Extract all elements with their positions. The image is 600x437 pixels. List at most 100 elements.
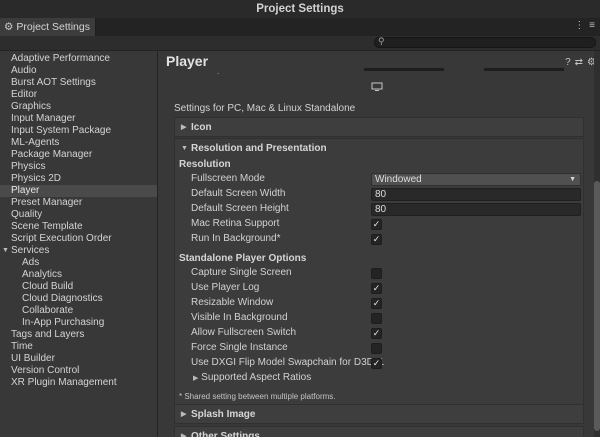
chevron-right-icon: ▶ [181,433,187,437]
resizable-checkbox[interactable]: ✓ [371,298,382,309]
foldout-label: Icon [191,122,212,133]
sidebar-item-services[interactable]: ▼ Services [0,245,157,257]
sidebar-item-input-system[interactable]: Input System Package [0,125,157,137]
resolution-subheader: Resolution [179,159,231,170]
sidebar-item-ads[interactable]: Ads [0,257,157,269]
tab-label: Project Settings [16,21,90,33]
shared-setting-note: * Shared setting between multiple platfo… [179,392,336,401]
dxgi-checkbox[interactable]: ✓ [371,358,382,369]
foldout-label: Resolution and Presentation [191,143,327,154]
sidebar-item-script-execution-order[interactable]: Script Execution Order [0,233,157,245]
search-row: ⚲ [0,36,600,51]
player-log-label: Use Player Log [191,282,260,293]
fullscreen-mode-label: Fullscreen Mode [191,173,265,184]
force-single-label: Force Single Instance [191,342,288,353]
monitor-icon[interactable] [371,82,383,92]
sidebar-item-physics-2d[interactable]: Physics 2D [0,173,157,185]
other-settings-foldout[interactable]: ▶ Other Settings [174,426,584,437]
sidebar-item-ui-builder[interactable]: UI Builder [0,353,157,365]
sidebar-item-player[interactable]: Player [0,185,157,197]
sidebar-item-tags-and-layers[interactable]: Tags and Layers [0,329,157,341]
splash-foldout[interactable]: ▶ Splash Image [174,404,584,424]
player-settings-panel: Player . ? ⇄ ⚙ Settings for PC, Mac & Linu… [158,51,600,437]
chevron-down-icon: ▼ [569,176,576,183]
chevron-down-icon[interactable]: ▼ [2,245,9,257]
tab-project-settings[interactable]: ⚙ Project Settings [0,18,96,36]
sidebar-item-version-control[interactable]: Version Control [0,365,157,377]
sidebar-item-editor[interactable]: Editor [0,89,157,101]
retina-label: Mac Retina Support [191,218,280,229]
capture-label: Capture Single Screen [191,267,292,278]
run-background-checkbox[interactable]: ✓ [371,234,382,245]
chevron-right-icon: ▶ [181,411,187,418]
player-log-checkbox[interactable]: ✓ [371,283,382,294]
sidebar-item-in-app-purchasing[interactable]: In-App Purchasing [0,317,157,329]
allow-fullscreen-checkbox[interactable]: ✓ [371,328,382,339]
resolution-foldout: ▼ Resolution and Presentation Resolution… [174,138,584,406]
resizable-row: Resizable Window ✓ [191,297,571,311]
sidebar-item-audio[interactable]: Audio [0,65,157,77]
sidebar: Adaptive Performance Audio Burst AOT Set… [0,51,158,437]
screen-width-row: Default Screen Width 80 [191,188,581,202]
page-title: Player [166,53,209,69]
sidebar-item-adaptive-performance[interactable]: Adaptive Performance [0,53,157,65]
resizable-label: Resizable Window [191,297,274,308]
window-title: Project Settings [0,0,600,18]
standalone-subheader: Standalone Player Options [179,253,307,264]
screen-height-field[interactable]: 80 [371,203,581,216]
sidebar-item-package-manager[interactable]: Package Manager [0,149,157,161]
resolution-foldout-header[interactable]: ▼ Resolution and Presentation [175,139,583,159]
sidebar-item-time[interactable]: Time [0,341,157,353]
player-log-row: Use Player Log ✓ [191,282,571,296]
retina-row: Mac Retina Support ✓ [191,218,571,232]
screen-width-field[interactable]: 80 [371,188,581,201]
icon-foldout[interactable]: ▶ Icon [174,117,584,137]
gear-icon: ⚙ [4,21,14,33]
sidebar-item-scene-template[interactable]: Scene Template [0,221,157,233]
fullscreen-mode-row: Fullscreen Mode Windowed ▼ [191,173,581,187]
preset-icon[interactable]: ⇄ [575,57,583,68]
divider-bar [484,68,564,71]
separator-dot: . [217,67,220,76]
dropdown-value: Windowed [375,174,422,185]
run-background-row: Run In Background* ✓ [191,233,571,247]
visible-background-label: Visible In Background [191,312,288,323]
tab-menu-icon[interactable]: ⋮ ≡ [574,20,596,31]
scrollbar-thumb[interactable] [594,181,600,431]
retina-checkbox[interactable]: ✓ [371,219,382,230]
sidebar-item-physics[interactable]: Physics [0,161,157,173]
chevron-down-icon: ▼ [181,145,188,152]
foldout-label: Other Settings [191,431,260,437]
vertical-scrollbar[interactable] [594,51,600,437]
sidebar-item-cloud-diagnostics[interactable]: Cloud Diagnostics [0,293,157,305]
sidebar-item-graphics[interactable]: Graphics [0,101,157,113]
sidebar-item-preset-manager[interactable]: Preset Manager [0,197,157,209]
screen-height-row: Default Screen Height 80 [191,203,581,217]
dxgi-label: Use DXGI Flip Model Swapchain for D3D11 [191,357,385,368]
divider-bar [364,68,444,71]
sidebar-item-burst-aot[interactable]: Burst AOT Settings [0,77,157,89]
fullscreen-mode-dropdown[interactable]: Windowed ▼ [371,173,581,186]
visible-background-checkbox[interactable] [371,313,382,324]
sidebar-item-ml-agents[interactable]: ML-Agents [0,137,157,149]
sidebar-item-input-manager[interactable]: Input Manager [0,113,157,125]
chevron-right-icon: ▶ [193,375,199,382]
search-icon: ⚲ [378,36,385,46]
allow-fullscreen-row: Allow Fullscreen Switch ✓ [191,327,571,341]
aspect-ratios-foldout[interactable]: ▶ Supported Aspect Ratios [193,372,573,386]
help-icon[interactable]: ? [565,57,571,68]
search-input[interactable]: ⚲ [374,36,596,48]
tab-bar: ⚙ Project Settings ⋮ ≡ [0,18,600,37]
sidebar-item-collaborate[interactable]: Collaborate [0,305,157,317]
sidebar-item-analytics[interactable]: Analytics [0,269,157,281]
capture-row: Capture Single Screen [191,267,571,281]
sidebar-item-cloud-build[interactable]: Cloud Build [0,281,157,293]
sidebar-item-xr-plugin-management[interactable]: XR Plugin Management [0,377,157,389]
force-single-checkbox[interactable] [371,343,382,354]
force-single-row: Force Single Instance [191,342,571,356]
capture-checkbox[interactable] [371,268,382,279]
dxgi-row: Use DXGI Flip Model Swapchain for D3D11 … [191,357,571,371]
chevron-right-icon: ▶ [181,124,187,131]
sidebar-item-quality[interactable]: Quality [0,209,157,221]
platform-label: Settings for PC, Mac & Linux Standalone [174,103,356,114]
